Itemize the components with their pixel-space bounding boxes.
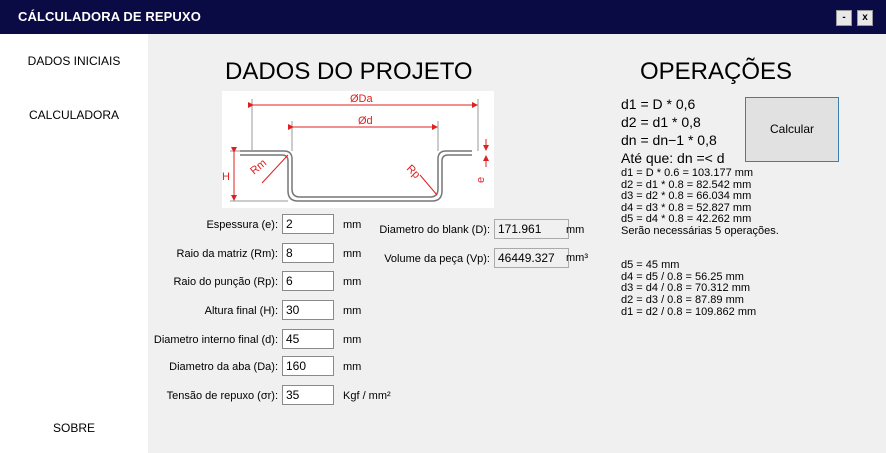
- result-line: d5 = d4 * 0.8 = 42.262 mm: [621, 213, 752, 225]
- part-drawing: ØDa Ød H Rm Rp e: [222, 91, 494, 208]
- dim-label-da: ØDa: [350, 93, 374, 105]
- final-height-unit: mm: [343, 305, 362, 317]
- dim-label-h: H: [222, 171, 230, 183]
- blank-diameter-unit: mm: [566, 224, 585, 236]
- blank-diameter-output: 171.961: [494, 219, 569, 239]
- drawing-stress-input[interactable]: 35: [282, 385, 334, 405]
- drawing-stress-unit: Kgf / mm²: [343, 390, 391, 402]
- minimize-button[interactable]: -: [836, 10, 852, 26]
- cup-profile-diagram: ØDa Ød H Rm Rp e: [222, 93, 489, 202]
- flange-diameter-label: Diametro da aba (Da):: [169, 361, 278, 373]
- flange-diameter-input[interactable]: 160: [282, 356, 334, 376]
- dim-label-e: e: [475, 177, 487, 183]
- operations-count: Serão necessárias 5 operações.: [621, 225, 779, 237]
- dim-label-rp: Rp: [404, 163, 422, 181]
- result-line: d3 = d4 / 0.8 = 70.312 mm: [621, 282, 751, 294]
- formula-line: d2 = d1 * 0,8: [621, 114, 701, 130]
- dim-label-d: Ød: [358, 115, 373, 127]
- drawing-stress-label: Tensão de repuxo (σr):: [166, 390, 278, 402]
- operations-heading: OPERAÇÕES: [640, 58, 793, 85]
- title-bar: CÁLCULADORA DE REPUXO - x: [0, 0, 886, 34]
- die-radius-unit: mm: [343, 248, 362, 260]
- result-line: d5 = 45 mm: [621, 259, 680, 271]
- blank-diameter-label: Diametro do blank (D):: [379, 224, 490, 236]
- inner-diameter-label: Diametro interno final (d):: [153, 334, 278, 346]
- project-data-heading: DADOS DO PROJETO: [225, 58, 473, 85]
- thickness-label: Espessura (e):: [206, 219, 278, 231]
- part-volume-unit: mm³: [566, 252, 588, 264]
- calculate-button[interactable]: Calcular: [745, 97, 839, 162]
- thickness-input[interactable]: 2: [282, 214, 334, 234]
- inner-diameter-unit: mm: [343, 334, 362, 346]
- part-volume-label: Volume da peça (Vp):: [384, 253, 490, 265]
- flange-diameter-unit: mm: [343, 361, 362, 373]
- result-line: d1 = D * 0.6 = 103.177 mm: [621, 167, 754, 179]
- close-button[interactable]: x: [857, 10, 873, 26]
- result-line: d1 = d2 / 0.8 = 109.862 mm: [621, 306, 757, 318]
- formula-line: dn = dn−1 * 0,8: [621, 132, 717, 148]
- punch-radius-unit: mm: [343, 276, 362, 288]
- dim-label-rm: Rm: [248, 157, 269, 177]
- part-volume-output: 46449.327: [494, 248, 569, 268]
- sidebar-item-dados-iniciais[interactable]: DADOS INICIAIS: [0, 54, 148, 68]
- result-line: d3 = d2 * 0.8 = 66.034 mm: [621, 190, 752, 202]
- punch-radius-input[interactable]: 6: [282, 271, 334, 291]
- sidebar-item-calculadora[interactable]: CALCULADORA: [0, 108, 148, 122]
- punch-radius-label: Raio do punção (Rp):: [173, 276, 278, 288]
- inner-diameter-input[interactable]: 45: [282, 329, 334, 349]
- final-height-input[interactable]: 30: [282, 300, 334, 320]
- sidebar-item-sobre[interactable]: SOBRE: [0, 421, 148, 435]
- die-radius-label: Raio da matriz (Rm):: [176, 248, 278, 260]
- thickness-unit: mm: [343, 219, 362, 231]
- die-radius-input[interactable]: 8: [282, 243, 334, 263]
- formula-line: Até que: dn =< d: [621, 150, 725, 166]
- window-title: CÁLCULADORA DE REPUXO: [18, 9, 201, 24]
- formula-line: d1 = D * 0,6: [621, 96, 696, 112]
- result-line: d2 = d3 / 0.8 = 87.89 mm: [621, 294, 744, 306]
- sidebar: DADOS INICIAIS CALCULADORA SOBRE: [0, 34, 148, 453]
- final-height-label: Altura final (H):: [204, 305, 278, 317]
